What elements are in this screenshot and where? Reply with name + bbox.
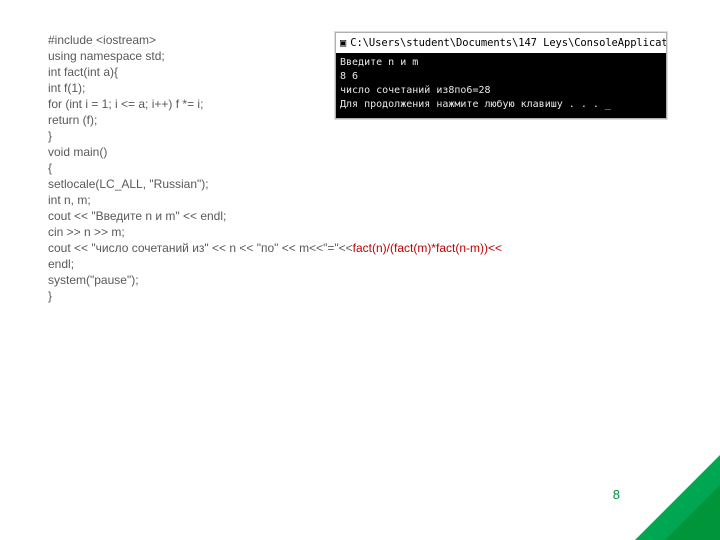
page-number: 8 <box>613 487 620 502</box>
code-line: void main() <box>48 144 608 160</box>
console-icon: ▣ <box>340 37 346 49</box>
console-output: Введите n и m8 6число сочетаний из8по6=2… <box>336 53 666 118</box>
code-line: cout << "Введите n и m" << endl; <box>48 208 608 224</box>
code-line: cout << "число сочетаний из" << n << "по… <box>48 240 608 256</box>
code-line: } <box>48 288 608 304</box>
slide: #include <iostream> using namespace std;… <box>0 0 720 540</box>
console-window: ▣ C:\Users\student\Documents\147 Leys\Co… <box>335 32 667 119</box>
code-highlight: fact(n)/(fact(m)*fact(n-m))<< <box>353 241 502 255</box>
code-line: } <box>48 128 608 144</box>
code-line: system("pause"); <box>48 272 608 288</box>
console-title: C:\Users\student\Documents\147 Leys\Cons… <box>350 37 666 49</box>
console-line: 8 6 <box>340 70 662 84</box>
code-line: endl; <box>48 256 608 272</box>
console-line: число сочетаний из8по6=28 <box>340 84 662 98</box>
console-line: Введите n и m <box>340 56 662 70</box>
console-titlebar: ▣ C:\Users\student\Documents\147 Leys\Co… <box>336 33 666 53</box>
code-line: int n, m; <box>48 192 608 208</box>
code-text: cout << "число сочетаний из" << n << "по… <box>48 241 353 255</box>
code-line: { <box>48 160 608 176</box>
corner-decoration-inner <box>665 485 720 540</box>
code-line: setlocale(LC_ALL, "Russian"); <box>48 176 608 192</box>
code-line: cin >> n >> m; <box>48 224 608 240</box>
console-line: Для продолжения нажмите любую клавишу . … <box>340 98 662 112</box>
